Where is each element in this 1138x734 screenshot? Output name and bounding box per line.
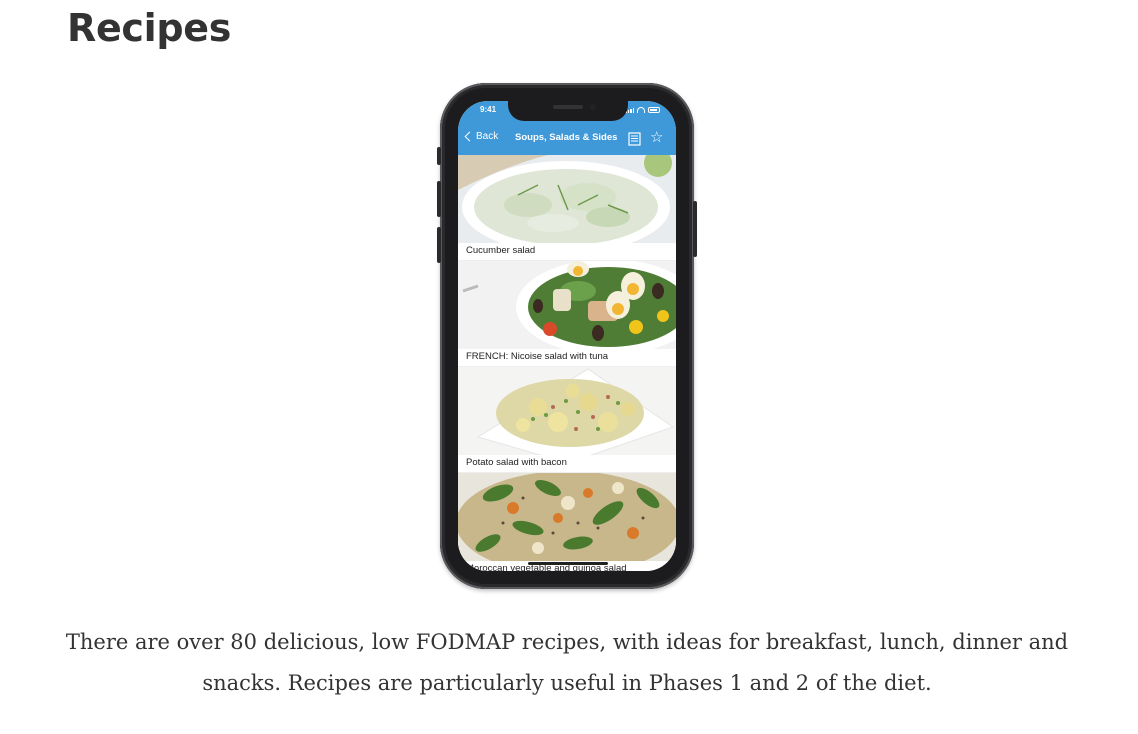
recipe-item-nicoise-salad[interactable]: FRENCH: Nicoise salad with tuna [458,261,676,367]
phone-mockup: 9:41 Back Soups, Salads & Sides ☆ Cucumb… [437,83,697,589]
chevron-left-icon [464,131,475,142]
nav-bar: Back Soups, Salads & Sides ☆ [458,123,676,155]
recipe-photo [458,155,676,243]
phone-notch [508,101,628,121]
phone-side-button [437,147,441,165]
home-indicator [528,562,608,565]
recipe-item-moroccan-quinoa-salad[interactable]: Moroccan vegetable and quinoa salad [458,473,676,571]
recipe-name: Potato salad with bacon [464,457,569,468]
back-button[interactable]: Back [464,131,498,142]
page-title: Recipes [67,6,232,50]
phone-screen: 9:41 Back Soups, Salads & Sides ☆ Cucumb… [458,101,676,571]
status-time: 9:41 [480,105,497,114]
recipe-photo [458,261,676,349]
phone-volume-down [437,227,441,263]
document-icon[interactable] [628,132,641,151]
recipe-name: Cucumber salad [464,245,538,256]
battery-icon [648,107,660,113]
description-text: There are over 80 delicious, low FODMAP … [65,630,1069,695]
nav-title: Soups, Salads & Sides [515,132,618,143]
recipe-item-cucumber-salad[interactable]: Cucumber salad [458,155,676,261]
phone-volume-up [437,181,441,217]
recipe-photo [458,473,676,561]
recipe-photo [458,367,676,455]
phone-power-button [693,201,697,257]
recipe-item-potato-salad[interactable]: Potato salad with bacon [458,367,676,473]
recipe-list: Cucumber salad FRENCH: Nicoise salad wit… [458,155,676,571]
back-label: Back [476,131,499,142]
star-icon[interactable]: ☆ [650,130,663,145]
recipe-name: FRENCH: Nicoise salad with tuna [464,351,611,362]
wifi-icon [637,107,645,113]
